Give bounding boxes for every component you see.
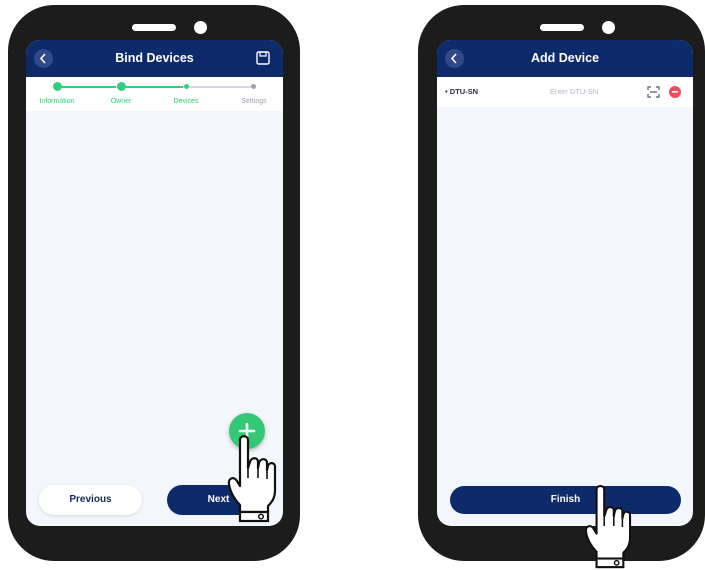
save-icon[interactable] (256, 51, 270, 65)
page-title: Add Device (530, 51, 600, 65)
step-label-devices: Devices (173, 98, 199, 105)
page-title: Bind Devices (115, 51, 194, 65)
step-line-3 (189, 86, 253, 88)
camera-dot (602, 21, 615, 34)
previous-button[interactable]: Previous (39, 485, 142, 515)
speaker-bar (132, 24, 176, 31)
app-header: Bind Devices (26, 40, 283, 77)
step-progress: Information Owner Devices Settings (26, 77, 283, 111)
scan-icon[interactable] (647, 86, 660, 98)
step-dot-settings (251, 84, 256, 89)
step-dot-information (53, 82, 62, 91)
step-label-information: Information (39, 98, 75, 105)
step-dot-devices (184, 84, 189, 89)
remove-button[interactable] (669, 86, 681, 98)
pointing-hand-icon (584, 485, 632, 569)
right-phone: Add Device • DTU-SN Enter DTU-SN Finish (418, 5, 705, 561)
step-line-2 (125, 86, 183, 88)
pointing-hand-icon (227, 435, 277, 523)
step-dot-owner (117, 82, 126, 91)
right-screen: Add Device • DTU-SN Enter DTU-SN Finish (437, 40, 693, 526)
step-label-settings: Settings (241, 98, 267, 105)
step-label-owner: Owner (110, 98, 132, 105)
dtu-sn-row: • DTU-SN Enter DTU-SN (437, 77, 693, 107)
dtu-sn-input[interactable]: Enter DTU-SN (529, 77, 619, 107)
step-line-1 (61, 86, 116, 88)
dtu-sn-label: • DTU-SN (445, 87, 479, 96)
finish-button[interactable]: Finish (450, 486, 681, 514)
speaker-bar (540, 24, 584, 31)
camera-dot (194, 21, 207, 34)
app-header: Add Device (437, 40, 693, 77)
remove-icon (672, 91, 678, 93)
